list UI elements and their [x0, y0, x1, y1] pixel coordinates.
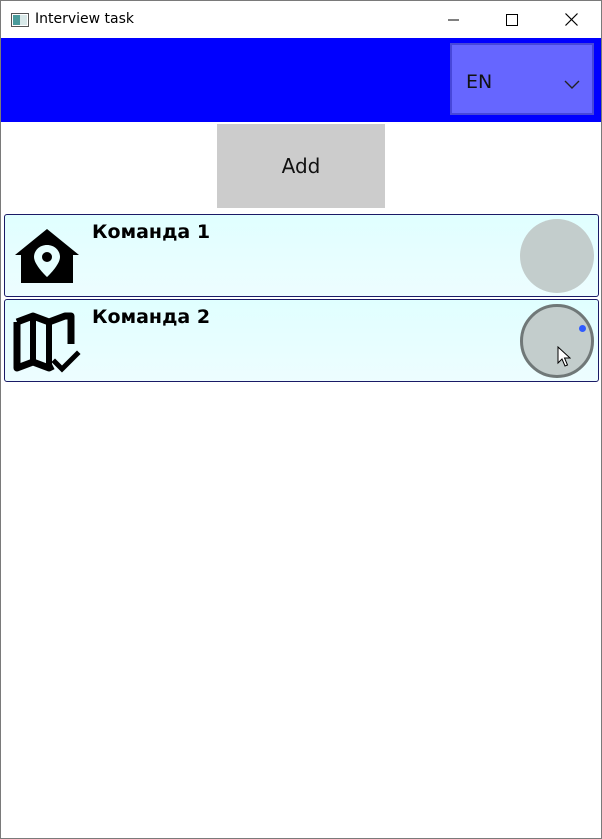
- app-window: Interview task EN Add Команда 1 Команда …: [0, 0, 602, 839]
- language-select[interactable]: EN: [450, 43, 594, 115]
- home-location-icon: [13, 225, 81, 289]
- team-toggle-button[interactable]: [520, 219, 594, 293]
- minimize-button[interactable]: [425, 1, 483, 38]
- team-list-item[interactable]: Команда 2: [4, 299, 599, 382]
- maximize-icon: [506, 13, 518, 26]
- close-icon: [564, 13, 578, 26]
- toggle-indicator-dot: [579, 325, 586, 332]
- team-list: Команда 1 Команда 2: [4, 214, 599, 384]
- close-button[interactable]: [542, 1, 600, 38]
- maximize-button[interactable]: [483, 1, 541, 38]
- team-name: Команда 2: [92, 306, 211, 328]
- title-bar[interactable]: Interview task: [1, 1, 601, 38]
- app-icon: [11, 12, 29, 27]
- chevron-down-icon: [564, 75, 580, 94]
- window-title: Interview task: [35, 11, 135, 27]
- mouse-cursor-icon: [557, 345, 572, 372]
- team-list-item[interactable]: Команда 1: [4, 214, 599, 297]
- team-name: Команда 1: [92, 221, 211, 243]
- minimize-icon: [448, 19, 459, 20]
- language-select-value: EN: [466, 71, 493, 93]
- top-header-bar: EN: [1, 38, 601, 122]
- map-check-icon: [13, 310, 81, 374]
- add-button[interactable]: Add: [217, 124, 385, 208]
